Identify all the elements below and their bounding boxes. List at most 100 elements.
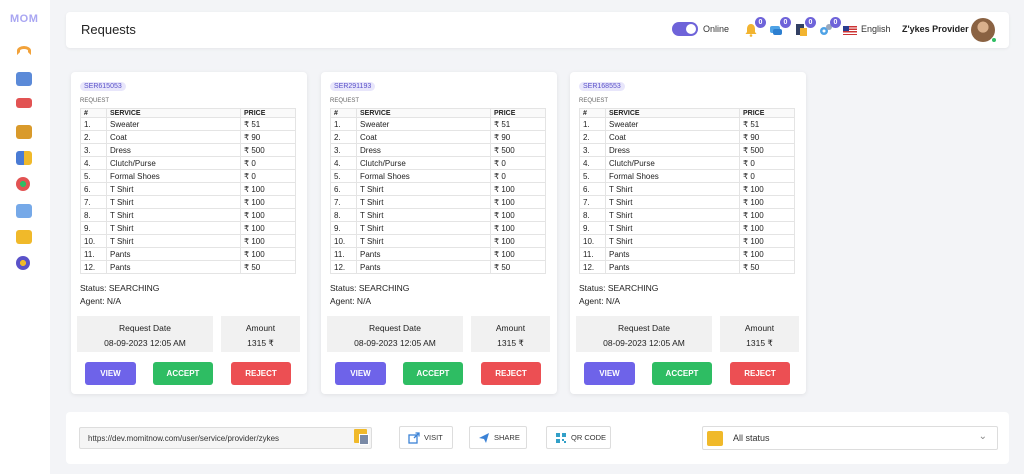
service-name: Dress xyxy=(106,143,241,157)
amount-label: Amount xyxy=(495,323,526,333)
request-card: SER615053 REQUEST # SERVICE PRICE 1. Swe… xyxy=(71,72,307,394)
notification-badge: 0 xyxy=(755,17,766,28)
service-price: ₹ 500 xyxy=(240,143,296,157)
dashboard-icon[interactable] xyxy=(17,46,31,55)
row-number: 8. xyxy=(80,208,107,222)
request-date-value: 08-09-2023 12:05 AM xyxy=(104,338,186,348)
col-service-header: SERVICE xyxy=(356,108,491,118)
chat-icon[interactable] xyxy=(16,230,32,244)
service-name: Clutch/Purse xyxy=(605,156,740,170)
service-row: 6. T Shirt ₹ 100 xyxy=(80,182,296,196)
view-button[interactable]: VIEW xyxy=(335,362,386,385)
service-row: 6. T Shirt ₹ 100 xyxy=(330,182,546,196)
service-row: 10. T Shirt ₹ 100 xyxy=(579,234,795,248)
reject-button[interactable]: REJECT xyxy=(481,362,541,385)
share-button[interactable]: SHARE xyxy=(469,426,527,449)
top-bar: Requests Online 0 0 0 0 English Z'ykes P… xyxy=(66,12,1009,48)
service-price: ₹ 100 xyxy=(490,234,546,248)
service-name: T Shirt xyxy=(356,208,491,222)
row-number: 1. xyxy=(80,117,107,131)
reject-button[interactable]: REJECT xyxy=(730,362,790,385)
request-card: SER168553 REQUEST # SERVICE PRICE 1. Swe… xyxy=(570,72,806,394)
amount-value: 1315 ₹ xyxy=(497,338,524,348)
col-price-header: PRICE xyxy=(240,108,296,118)
chat-icon[interactable]: 0 xyxy=(769,17,791,37)
request-date-label: Request Date xyxy=(618,323,670,333)
service-name: T Shirt xyxy=(106,234,241,248)
row-number: 9. xyxy=(80,221,107,235)
service-price: ₹ 0 xyxy=(739,156,795,170)
row-number: 7. xyxy=(80,195,107,209)
table-header: # SERVICE PRICE xyxy=(80,108,296,118)
service-price: ₹ 51 xyxy=(739,117,795,131)
service-row: 8. T Shirt ₹ 100 xyxy=(80,208,296,222)
row-number: 10. xyxy=(579,234,606,248)
service-row: 4. Clutch/Purse ₹ 0 xyxy=(330,156,546,170)
online-label: Online xyxy=(703,24,730,34)
service-price: ₹ 100 xyxy=(490,221,546,235)
service-price: ₹ 100 xyxy=(490,208,546,222)
request-agent: Agent: N/A xyxy=(579,296,621,306)
service-name: Pants xyxy=(605,260,740,274)
service-price: ₹ 100 xyxy=(739,182,795,196)
accept-button[interactable]: ACCEPT xyxy=(153,362,213,385)
service-row: 4. Clutch/Purse ₹ 0 xyxy=(579,156,795,170)
request-date-value: 08-09-2023 12:05 AM xyxy=(603,338,685,348)
request-date-box: Request Date 08-09-2023 12:05 AM xyxy=(576,316,712,352)
service-row: 4. Clutch/Purse ₹ 0 xyxy=(80,156,296,170)
request-status: Status: SEARCHING xyxy=(330,283,410,293)
bell-icon[interactable]: 0 xyxy=(744,17,766,37)
request-status: Status: SEARCHING xyxy=(80,283,160,293)
chevron-down-icon: ⌄ xyxy=(978,431,987,442)
profile-url-field[interactable]: https://dev.momitnow.com/user/service/pr… xyxy=(79,427,372,449)
calendar-icon[interactable] xyxy=(16,204,32,218)
online-toggle[interactable] xyxy=(672,22,698,36)
service-price: ₹ 50 xyxy=(490,260,546,274)
service-row: 9. T Shirt ₹ 100 xyxy=(80,221,296,235)
accept-button[interactable]: ACCEPT xyxy=(403,362,463,385)
settings-icon[interactable] xyxy=(16,256,30,270)
service-name: T Shirt xyxy=(605,221,740,235)
amount-box: Amount 1315 ₹ xyxy=(471,316,550,352)
row-number: 5. xyxy=(579,169,606,183)
visit-button[interactable]: VISIT xyxy=(399,426,453,449)
qr-code-button[interactable]: QR CODE xyxy=(546,426,611,449)
service-price: ₹ 100 xyxy=(739,221,795,235)
service-name: Formal Shoes xyxy=(605,169,740,183)
service-name: Clutch/Purse xyxy=(356,156,491,170)
service-name: T Shirt xyxy=(605,195,740,209)
us-flag-icon[interactable] xyxy=(843,26,857,35)
accept-button[interactable]: ACCEPT xyxy=(652,362,712,385)
view-button[interactable]: VIEW xyxy=(85,362,136,385)
truck-icon[interactable] xyxy=(16,98,32,108)
copy-icon[interactable] xyxy=(354,429,369,445)
service-row: 5. Formal Shoes ₹ 0 xyxy=(579,169,795,183)
view-button[interactable]: VIEW xyxy=(584,362,635,385)
service-name: T Shirt xyxy=(356,221,491,235)
service-row: 7. T Shirt ₹ 100 xyxy=(80,195,296,209)
status-filter-select[interactable]: All status ⌄ xyxy=(702,426,998,450)
service-row: 2. Coat ₹ 90 xyxy=(330,130,546,144)
grid-icon[interactable] xyxy=(16,151,32,165)
service-name: Formal Shoes xyxy=(106,169,241,183)
user-name[interactable]: Z'ykes Provider xyxy=(902,24,969,34)
document-icon[interactable]: 0 xyxy=(794,17,816,37)
monitor-icon[interactable] xyxy=(16,72,32,86)
globe-icon[interactable] xyxy=(16,177,30,191)
services-table: # SERVICE PRICE 1. Sweater ₹ 51 2. Coat … xyxy=(330,108,546,274)
service-name: Coat xyxy=(605,130,740,144)
language-selector[interactable]: English xyxy=(861,24,891,34)
reject-button[interactable]: REJECT xyxy=(231,362,291,385)
footer-bar: https://dev.momitnow.com/user/service/pr… xyxy=(66,412,1009,464)
service-name: Pants xyxy=(106,260,241,274)
service-price: ₹ 50 xyxy=(739,260,795,274)
gear-icon[interactable]: 0 xyxy=(819,17,841,37)
service-price: ₹ 90 xyxy=(490,130,546,144)
service-name: Pants xyxy=(605,247,740,261)
service-name: Pants xyxy=(356,260,491,274)
app-logo[interactable]: MOM xyxy=(10,13,38,25)
row-number: 10. xyxy=(330,234,357,248)
document-icon[interactable] xyxy=(16,125,32,139)
col-price-header: PRICE xyxy=(739,108,795,118)
service-name: T Shirt xyxy=(106,182,241,196)
